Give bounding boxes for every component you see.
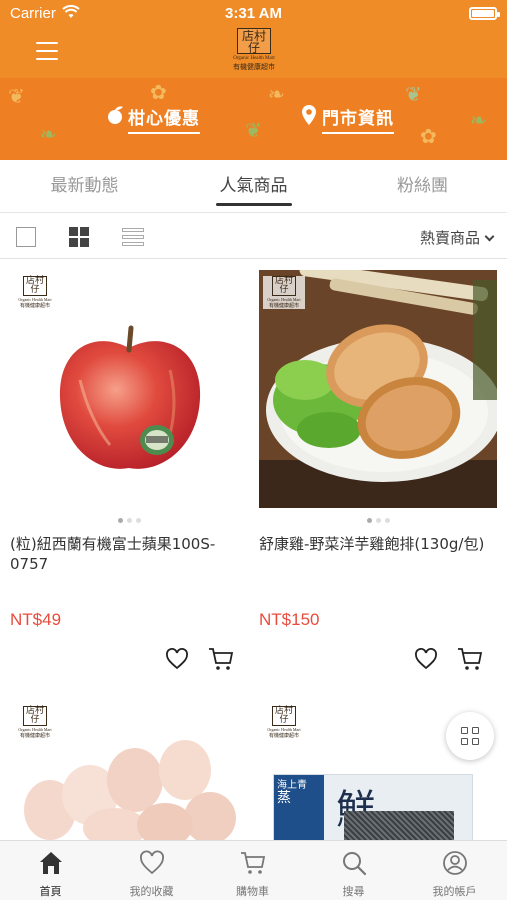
promo-banner: ❦ ❧ ✿ ❦ ❧ ❦ ✿ ❧ 柑心優惠 門市資訊 (0, 78, 507, 160)
location-pin-icon (302, 105, 316, 125)
logo-english: Organic Health Mart (233, 56, 275, 61)
product-price: NT$49 (10, 610, 62, 629)
cart-icon[interactable] (457, 647, 483, 671)
nav-label: 購物車 (236, 885, 269, 898)
heart-icon[interactable] (165, 648, 189, 670)
package-photo: 海上青 蒸 鮮 (273, 774, 473, 840)
product-price: NT$150 (259, 610, 320, 629)
brand-mark: 店村仔 (272, 276, 296, 296)
brand-badge: 店村仔 Organic Health Mart 有機健康超市 (14, 706, 56, 739)
sort-dropdown[interactable]: 熱賣商品 (419, 227, 495, 248)
store-info-link[interactable]: 門市資訊 (298, 104, 394, 134)
tab-label: 人氣商品 (219, 176, 288, 196)
brand-badge: 店村仔 Organic Health Mart 有機健康超市 (14, 276, 56, 309)
clock: 3:31 AM (225, 5, 282, 22)
leaf-decoration-icon: ❧ (470, 108, 487, 132)
active-tab-indicator (216, 203, 292, 206)
nav-home[interactable]: 首頁 (0, 841, 101, 900)
brand-logo[interactable]: 店村仔 Organic Health Mart 有機健康超市 (225, 28, 283, 76)
image-pager (259, 518, 497, 523)
product-name[interactable]: 舒康雞-野菜洋芋雞飽排(130g/包) (259, 534, 497, 554)
logo-mark: 店村仔 (237, 28, 271, 54)
tab-label: 粉絲團 (397, 176, 448, 196)
package-fish-texture (344, 811, 454, 840)
view-toolbar: 熱賣商品 (0, 213, 507, 259)
layout-toggle-button[interactable] (446, 712, 494, 760)
citrus-deals-label: 柑心優惠 (128, 104, 200, 134)
image-pager (10, 518, 248, 523)
package-sub-text: 蒸 (277, 790, 291, 806)
leaf-decoration-icon: ❧ (268, 82, 285, 106)
logo-chinese: 有機健康超市 (233, 63, 275, 71)
single-view-icon[interactable] (16, 227, 36, 247)
sort-label: 熱賣商品 (419, 229, 480, 247)
nav-label: 我的收藏 (129, 885, 174, 898)
app-header: Carrier 3:31 AM 店村仔 Organic Health Mart … (0, 0, 507, 78)
nav-label: 首頁 (39, 885, 62, 898)
nav-favorites[interactable]: 我的收藏 (101, 841, 202, 900)
brand-chinese: 有機健康超市 (19, 303, 50, 309)
product-image[interactable]: 店村仔 Organic Health Mart 有機健康超市 (10, 700, 248, 840)
home-icon (40, 852, 62, 874)
cart-icon[interactable] (208, 647, 234, 671)
search-icon (343, 852, 367, 876)
brand-mark: 店村仔 (23, 706, 47, 726)
nav-cart[interactable]: 購物車 (202, 841, 303, 900)
brand-chinese: 有機健康超市 (268, 733, 299, 739)
menu-button[interactable] (36, 42, 58, 60)
status-bar: Carrier 3:31 AM (0, 0, 507, 28)
orange-fruit-icon (108, 106, 123, 124)
nav-search[interactable]: 搜尋 (303, 841, 404, 900)
account-icon (443, 851, 467, 875)
brand-mark: 店村仔 (272, 706, 296, 726)
tab-latest-news[interactable]: 最新動態 (0, 160, 169, 212)
content-tabs: 最新動態 人氣商品 粉絲團 (0, 160, 507, 212)
product-card[interactable]: 店村仔 Organic Health Mart 有機健康超市 (粒)紐西蘭有機富… (10, 270, 248, 680)
product-name[interactable]: (粒)紐西蘭有機富士蘋果100S-0757 (10, 534, 248, 574)
leaf-decoration-icon: ❧ (40, 122, 57, 146)
leaf-decoration-icon: ❦ (405, 82, 422, 106)
nav-account[interactable]: 我的帳戶 (404, 841, 505, 900)
product-card[interactable]: 店村仔 Organic Health Mart 有機健康超市 (10, 700, 248, 840)
battery-icon (469, 7, 500, 20)
leaf-decoration-icon: ✿ (150, 80, 167, 104)
citrus-deals-link[interactable]: 柑心優惠 (104, 104, 200, 134)
brand-chinese: 有機健康超市 (268, 303, 299, 309)
leaf-decoration-icon: ✿ (420, 124, 437, 148)
nav-label: 搜尋 (342, 885, 365, 898)
tab-label: 最新動態 (50, 176, 119, 196)
chevron-down-icon (484, 231, 495, 242)
heart-icon[interactable] (414, 648, 438, 670)
brand-badge: 店村仔 Organic Health Mart 有機健康超市 (263, 706, 305, 739)
bottom-tab-bar: 首頁 我的收藏 購物車 搜尋 我的帳戶 (0, 840, 507, 900)
leaf-decoration-icon: ❦ (245, 118, 262, 142)
brand-chinese: 有機健康超市 (19, 733, 50, 739)
product-card[interactable]: 店村仔 Organic Health Mart 有機健康超市 舒康雞-野菜洋芋雞… (259, 270, 497, 680)
list-view-icon[interactable] (122, 228, 144, 246)
tab-fan-page[interactable]: 粉絲團 (338, 160, 507, 212)
store-info-label: 門市資訊 (322, 104, 394, 134)
tab-popular-products[interactable]: 人氣商品 (169, 160, 338, 212)
brand-mark: 店村仔 (23, 276, 47, 296)
product-image[interactable]: 店村仔 Organic Health Mart 有機健康超市 (259, 270, 497, 508)
product-image[interactable]: 店村仔 Organic Health Mart 有機健康超市 (10, 270, 248, 508)
leaf-decoration-icon: ❦ (8, 84, 25, 108)
grid-view-icon[interactable] (69, 227, 89, 247)
cart-icon (241, 852, 266, 874)
heart-icon (140, 850, 164, 875)
package-brand-label: 海上青 蒸 (274, 775, 324, 840)
brand-badge: 店村仔 Organic Health Mart 有機健康超市 (263, 276, 305, 309)
nav-label: 我的帳戶 (432, 885, 477, 898)
